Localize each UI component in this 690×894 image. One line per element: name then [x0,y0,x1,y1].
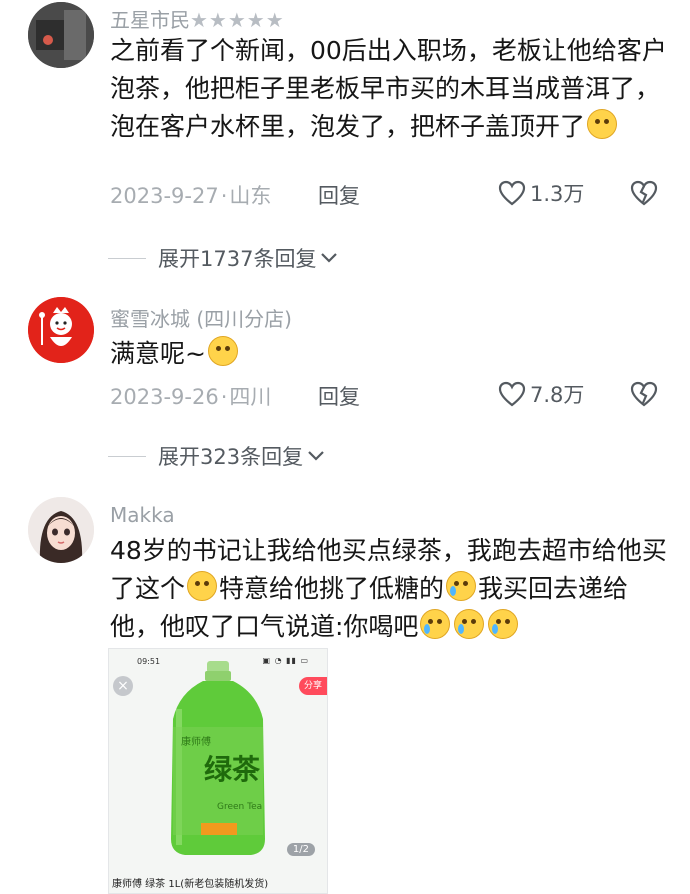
rating-stars: ★★★★★ [190,8,285,32]
chevron-down-icon [308,451,324,461]
comment-meta: 2023-9-26·四川 [110,381,271,411]
avatar[interactable] [28,497,94,563]
avatar[interactable] [28,2,94,68]
expand-replies-label: 展开1737条回复 [158,247,317,271]
crying-emoji [446,571,477,601]
separator: · [220,184,228,208]
divider-line [108,455,146,457]
reply-button[interactable]: 回复 [318,381,360,411]
heart-icon [498,381,526,407]
attached-image[interactable]: 09:51 ▣ ◔ ▮▮ ▭ × 分享 康师傅 绿茶 Green Tea 1/2… [108,648,328,894]
comment-text: 48岁的书记让我给他买点绿茶，我跑去超市给他买了这个 特意给他挑了低糖的 我买回去递… [110,536,667,641]
pleading-emoji [454,609,485,639]
comment-meta: 2023-9-27·山东 [110,180,271,210]
comment-date: 2023-9-26 [110,385,219,409]
like-count: 1.3万 [530,182,585,206]
author-name[interactable]: 蜜雪冰城 (四川分店) [110,303,292,332]
like-count: 7.8万 [530,383,585,407]
comment-text: 之前看了个新闻，00后出入职场，老板让他给客户泡茶，他把柜子里老板早市买的木耳当… [110,36,667,141]
avatar-image [28,497,94,563]
expand-replies-button[interactable]: 展开1737条回复 [108,243,338,273]
comment-location: 四川 [229,385,272,409]
author-name[interactable]: 五星市民★★★★★ [110,4,285,33]
bottle-label-1: 绿茶 [204,753,261,786]
author-name[interactable]: Makka [110,503,175,527]
reply-button[interactable]: 回复 [318,180,360,210]
avatar-image [28,2,94,68]
heart-icon [498,180,526,206]
comment-text: 满意呢~ [110,335,670,373]
dislike-button[interactable] [630,381,658,411]
dislike-button[interactable] [630,180,658,210]
expand-replies-button[interactable]: 展开323条回复 [108,441,325,471]
avatar[interactable] [28,297,94,363]
expand-replies-label: 展开323条回复 [158,445,304,469]
smile-emoji [207,336,238,366]
snow-king-logo [28,297,94,363]
pleading-emoji [420,609,451,639]
like-button[interactable]: 7.8万 [498,379,584,409]
bottle-brand: 康师傅 [181,735,211,748]
pleading-emoji [488,609,519,639]
separator: · [220,385,228,409]
like-button[interactable]: 1.3万 [498,178,584,208]
broken-heart-icon [630,381,658,407]
grin-sweat-emoji [187,571,218,601]
comment-date: 2023-9-27 [110,184,219,208]
product-title: 康师傅 绿茶 1L(新老包装随机发货) [112,879,269,890]
green-tea-bottle: 康师傅 绿茶 Green Tea [171,661,265,855]
bottle-label-sub: Green Tea [217,802,262,812]
page-indicator: 1/2 [286,843,315,856]
comment-location: 山东 [229,184,272,208]
chevron-down-icon [321,253,338,263]
grin-sweat-emoji [587,109,618,139]
divider-line [108,257,146,259]
broken-heart-icon [630,180,658,206]
